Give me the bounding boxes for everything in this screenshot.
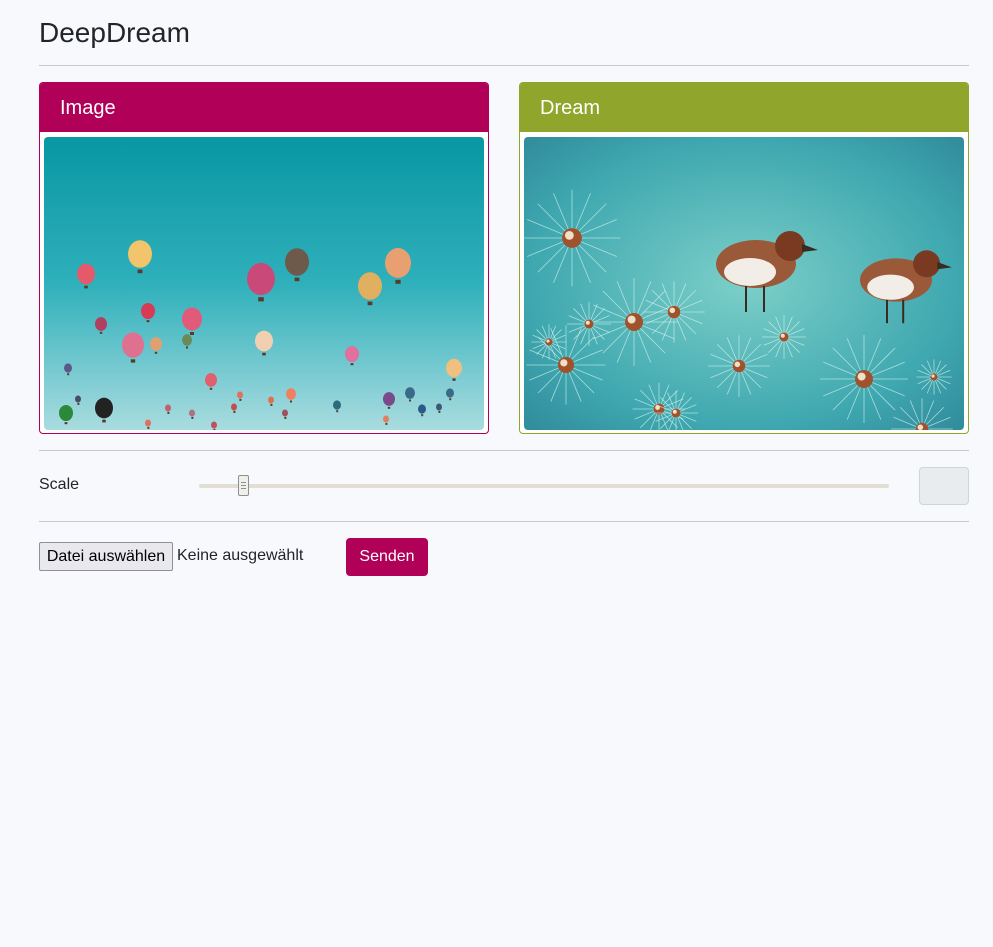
balloons-image: [44, 137, 484, 430]
divider: [39, 65, 969, 66]
balloon: [145, 419, 151, 427]
balloon: [75, 395, 81, 403]
balloon: [182, 307, 202, 331]
balloon: [95, 317, 107, 331]
balloon: [182, 334, 192, 346]
scale-label: Scale: [39, 476, 80, 493]
send-button[interactable]: Senden: [346, 538, 428, 576]
balloon: [286, 388, 296, 400]
dream-card: Dream: [519, 82, 969, 434]
balloon: [59, 404, 73, 422]
balloon: [405, 387, 415, 399]
balloon: [95, 397, 113, 419]
balloon: [211, 421, 217, 429]
balloon: [141, 302, 155, 320]
balloon: [383, 415, 389, 423]
balloon: [128, 240, 152, 268]
balloon: [255, 330, 273, 352]
balloon: [189, 409, 195, 417]
choose-file-button[interactable]: Datei auswählen: [39, 542, 173, 571]
balloon: [77, 263, 95, 285]
dream-image: [524, 137, 964, 430]
balloon: [446, 388, 454, 398]
balloon: [64, 363, 72, 373]
balloon: [446, 358, 462, 378]
file-status: Keine ausgewählt: [177, 547, 304, 564]
image-card: Image: [39, 82, 489, 434]
balloon: [282, 409, 288, 417]
balloon: [150, 337, 162, 351]
divider: [39, 450, 969, 451]
balloon: [231, 403, 237, 411]
scale-slider-track[interactable]: [199, 484, 889, 488]
balloon: [165, 404, 171, 412]
balloon: [205, 373, 217, 387]
balloon: [247, 262, 275, 296]
balloon: [436, 403, 442, 411]
scale-value-field[interactable]: [919, 467, 969, 505]
balloon: [385, 248, 411, 278]
balloon: [358, 272, 382, 300]
balloon: [268, 396, 274, 404]
dream-picture: [524, 137, 964, 430]
page-title: DeepDream: [39, 17, 190, 48]
dream-card-header: Dream: [520, 83, 968, 132]
balloon: [418, 404, 426, 414]
balloon: [383, 392, 395, 406]
balloon: [333, 400, 341, 410]
balloon: [122, 332, 144, 358]
scale-slider-thumb[interactable]: [238, 475, 250, 496]
source-image: [44, 137, 484, 430]
image-card-header: Image: [40, 83, 488, 132]
balloon: [285, 248, 309, 276]
balloon: [237, 391, 243, 399]
divider: [39, 521, 969, 522]
balloon: [345, 345, 359, 363]
